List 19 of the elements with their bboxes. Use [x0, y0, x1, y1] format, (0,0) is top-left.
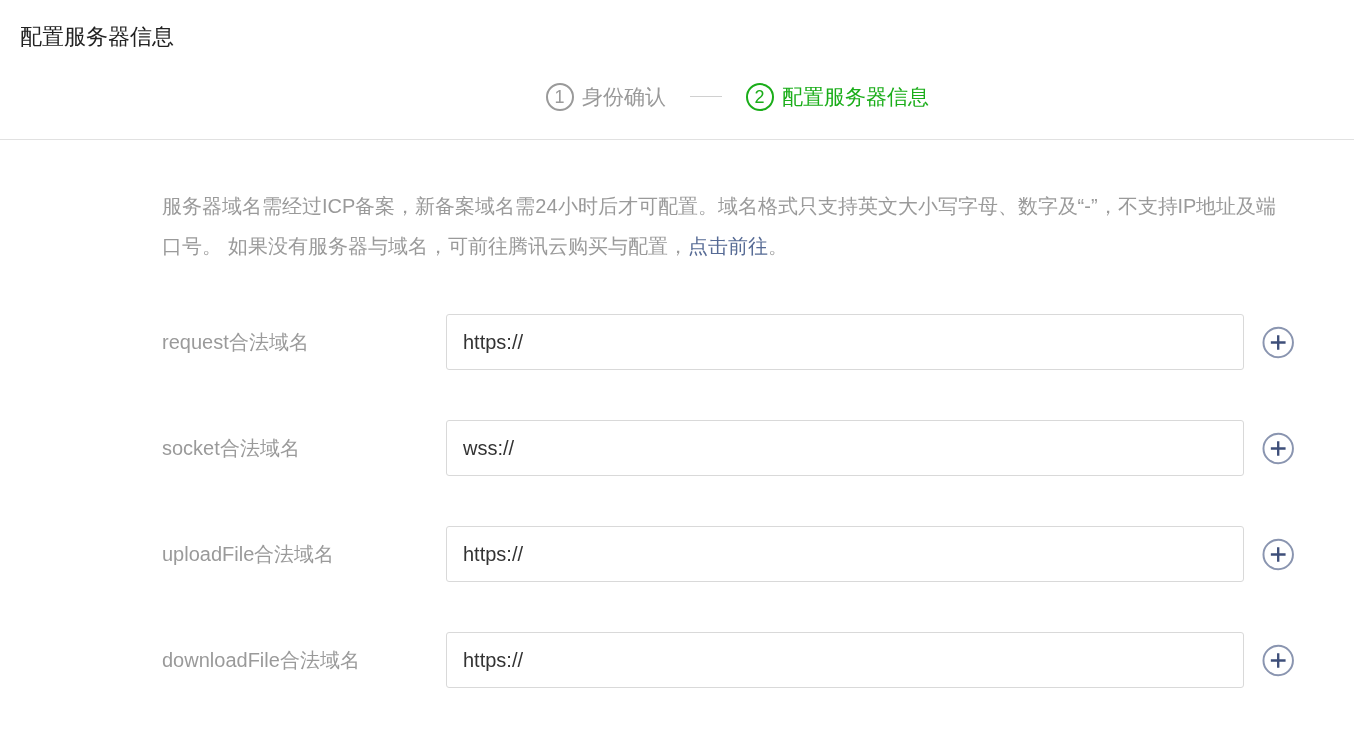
step-label: 身份确认: [581, 83, 666, 110]
notice-text: 服务器域名需经过ICP备案，新备案域名需24小时后才可配置。域名格式只支持英文大小写字母、数字及“-”，不支持IP地址及端口号。 如果没有服务器与域名，可前往腾讯云购买与配置，点击前往。: [162, 194, 1278, 259]
domain-input[interactable]: https://: [446, 526, 1244, 582]
field-label: socket合法域名: [162, 436, 301, 461]
add-icon[interactable]: [1261, 325, 1294, 359]
field-label: request合法域名: [162, 330, 310, 355]
step-number: 1: [545, 82, 574, 111]
field-label: uploadFile合法域名: [162, 542, 336, 567]
step-label: 配置服务器信息: [781, 83, 929, 110]
domain-input[interactable]: https://: [446, 314, 1244, 370]
add-icon[interactable]: [1261, 643, 1294, 677]
domain-input[interactable]: wss://: [446, 420, 1244, 476]
go-link[interactable]: 点击前往: [687, 235, 768, 257]
domain-input[interactable]: https://: [446, 632, 1244, 688]
add-icon[interactable]: [1261, 537, 1294, 571]
add-icon[interactable]: [1261, 431, 1294, 465]
field-label: downloadFile合法域名: [162, 648, 361, 673]
step-number: 2: [745, 82, 774, 111]
page-title: 配置服务器信息: [20, 23, 175, 51]
